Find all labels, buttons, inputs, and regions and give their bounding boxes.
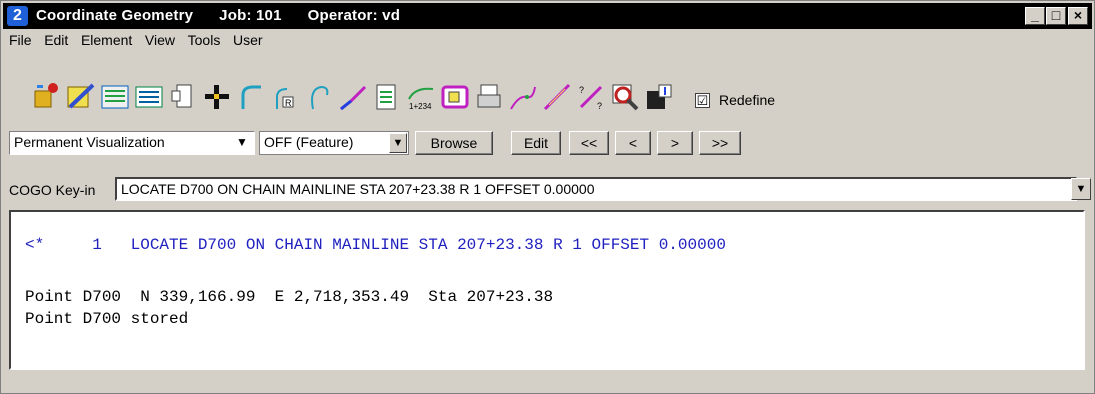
store-point-icon[interactable] xyxy=(31,81,63,113)
next-button[interactable]: > xyxy=(657,131,693,155)
keyin-label: COGO Key-in xyxy=(9,182,96,198)
window-title: Coordinate Geometry Job: 101 Operator: vd xyxy=(36,7,426,24)
redefine-checkbox[interactable]: ☑ xyxy=(695,93,710,108)
first-button[interactable]: << xyxy=(569,131,609,155)
keyin-dropdown-icon[interactable]: ▼ xyxy=(1071,178,1091,200)
cogo-window: 2 Coordinate Geometry Job: 101 Operator: v… xyxy=(0,0,1095,394)
prev-button[interactable]: < xyxy=(615,131,651,155)
alignment-icon[interactable] xyxy=(507,81,539,113)
parcel-icon[interactable] xyxy=(439,81,471,113)
redefine-label: Redefine xyxy=(719,92,776,108)
browse-button[interactable]: Browse xyxy=(415,131,493,155)
menu-file[interactable]: File xyxy=(9,32,32,48)
chain-icon[interactable] xyxy=(337,81,369,113)
feature-value: OFF (Feature) xyxy=(264,134,354,150)
maximize-button[interactable]: □ xyxy=(1046,7,1066,25)
print-icon[interactable] xyxy=(473,81,505,113)
app-title: Coordinate Geometry xyxy=(36,7,194,24)
output-command-line: <* 1 LOCATE D700 ON CHAIN MAINLINE STA 2… xyxy=(25,236,726,254)
list-icon[interactable] xyxy=(99,81,131,113)
menu-tools[interactable]: Tools xyxy=(188,32,221,48)
feature-select[interactable]: OFF (Feature) ▼ xyxy=(259,131,409,155)
visualization-dropdown-icon[interactable]: ▼ xyxy=(232,133,252,153)
edit-button[interactable]: Edit xyxy=(511,131,561,155)
visualization-value: Permanent Visualization xyxy=(14,134,165,150)
output-panel: <* 1 LOCATE D700 ON CHAIN MAINLINE STA 2… xyxy=(9,210,1085,370)
radius-icon[interactable]: R xyxy=(269,81,301,113)
crosshair-icon[interactable] xyxy=(201,81,233,113)
table-icon[interactable] xyxy=(133,81,165,113)
measure-icon[interactable] xyxy=(541,81,573,113)
station-icon[interactable]: 1+234 xyxy=(405,81,437,113)
curve-icon[interactable] xyxy=(235,81,267,113)
minimize-button[interactable]: _ xyxy=(1025,7,1045,25)
copy-icon[interactable] xyxy=(167,81,199,113)
import-icon[interactable] xyxy=(643,81,675,113)
keyin-input[interactable]: LOCATE D700 ON CHAIN MAINLINE STA 207+23… xyxy=(115,177,1077,201)
svg-text:?: ? xyxy=(597,101,602,111)
document-icon[interactable] xyxy=(371,81,403,113)
menu-user[interactable]: User xyxy=(233,32,263,48)
title-bar: 2 Coordinate Geometry Job: 101 Operator: v… xyxy=(3,3,1092,29)
edit-point-icon[interactable] xyxy=(65,81,97,113)
svg-text:R: R xyxy=(285,98,292,108)
svg-text:?: ? xyxy=(579,85,584,95)
output-stored-line: Point D700 stored xyxy=(25,310,189,328)
spiral-icon[interactable] xyxy=(303,81,335,113)
last-button[interactable]: >> xyxy=(699,131,741,155)
transform-icon[interactable]: ?? xyxy=(575,81,607,113)
visualization-select[interactable]: Permanent Visualization ▼ xyxy=(9,131,255,155)
menu-bar: File Edit Element View Tools User xyxy=(9,32,272,52)
app-logo-icon: 2 xyxy=(7,6,28,26)
close-button[interactable]: × xyxy=(1068,7,1088,25)
menu-element[interactable]: Element xyxy=(81,32,132,48)
output-result-line: Point D700 N 339,166.99 E 2,718,353.49 S… xyxy=(25,288,554,306)
job-label: Job: 101 xyxy=(219,7,282,24)
zoom-icon[interactable] xyxy=(609,81,641,113)
feature-dropdown-icon[interactable]: ▼ xyxy=(389,133,407,153)
menu-view[interactable]: View xyxy=(145,32,175,48)
operator-label: Operator: vd xyxy=(307,7,401,24)
svg-text:1+234: 1+234 xyxy=(409,102,432,111)
menu-edit[interactable]: Edit xyxy=(44,32,68,48)
